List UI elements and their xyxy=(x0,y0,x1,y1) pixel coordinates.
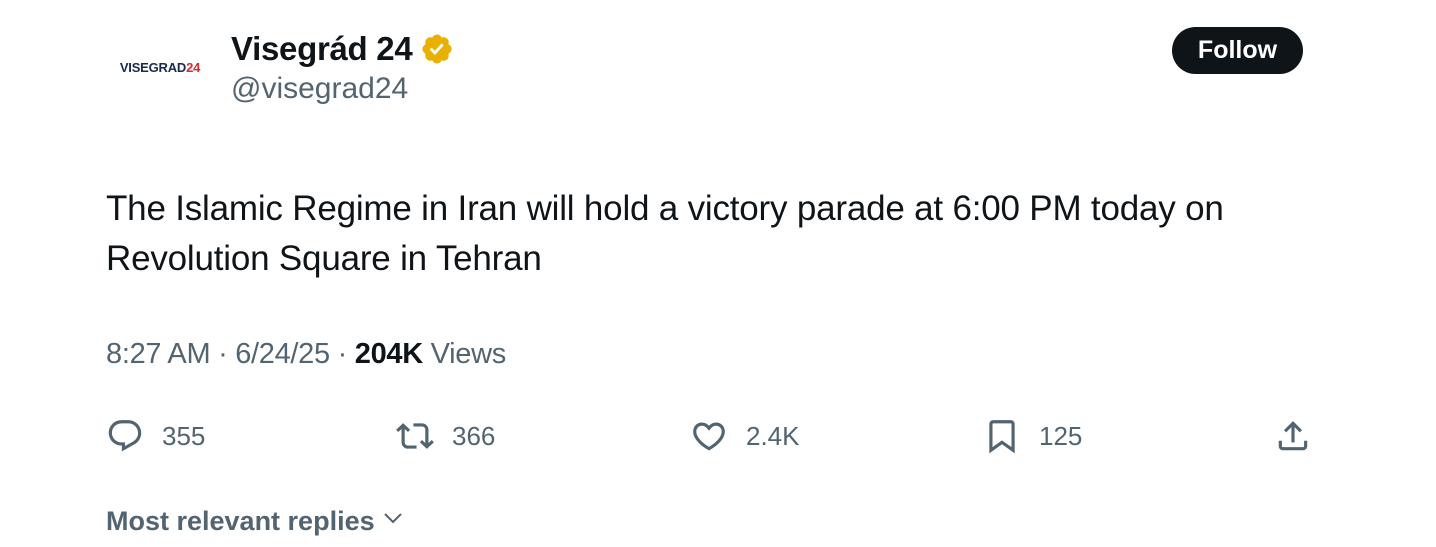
views-label: Views xyxy=(422,338,507,370)
action-bar: 355 366 2.4K 125 xyxy=(0,412,1436,460)
avatar-logo-text: VISEGRAD xyxy=(119,59,187,75)
replies-sort-dropdown[interactable]: Most relevant replies xyxy=(106,506,405,537)
author-handle[interactable]: @visegrad24 xyxy=(231,72,408,106)
bookmark-icon xyxy=(983,417,1021,455)
like-count: 2.4K xyxy=(746,420,800,451)
reply-button[interactable]: 355 xyxy=(106,412,205,460)
retweet-button[interactable]: 366 xyxy=(396,412,495,460)
follow-button[interactable]: Follow xyxy=(1172,27,1303,74)
retweet-icon xyxy=(396,417,434,455)
share-icon xyxy=(1274,417,1312,455)
share-button[interactable] xyxy=(1274,412,1312,460)
meta-separator: · xyxy=(210,338,236,370)
verified-badge-icon[interactable] xyxy=(420,32,454,66)
tweet-time[interactable]: 8:27 AM xyxy=(106,338,211,371)
avatar-logo-accent: 24 xyxy=(186,59,201,75)
replies-sort-label: Most relevant replies xyxy=(106,506,375,536)
tweet-meta: 8:27 AM · 6/24/25 · 204K Views xyxy=(106,338,506,371)
tweet-text: The Islamic Regime in Iran will hold a v… xyxy=(106,189,1224,278)
author-display-name[interactable]: Visegrád 24 xyxy=(231,30,413,68)
retweet-count: 366 xyxy=(452,420,496,451)
heart-icon xyxy=(690,417,728,455)
author-name-row: Visegrád 24 xyxy=(231,26,454,72)
chevron-down-icon xyxy=(375,506,405,537)
bookmark-count: 125 xyxy=(1039,420,1083,451)
like-button[interactable]: 2.4K xyxy=(690,412,800,460)
bookmark-button[interactable]: 125 xyxy=(983,412,1082,460)
reply-count: 355 xyxy=(162,420,206,451)
reply-icon xyxy=(106,417,144,455)
meta-separator: · xyxy=(329,338,355,370)
tweet-date[interactable]: 6/24/25 xyxy=(235,338,330,371)
avatar[interactable]: VISEGRAD 24 xyxy=(104,40,216,94)
views-count: 204K xyxy=(354,338,423,370)
